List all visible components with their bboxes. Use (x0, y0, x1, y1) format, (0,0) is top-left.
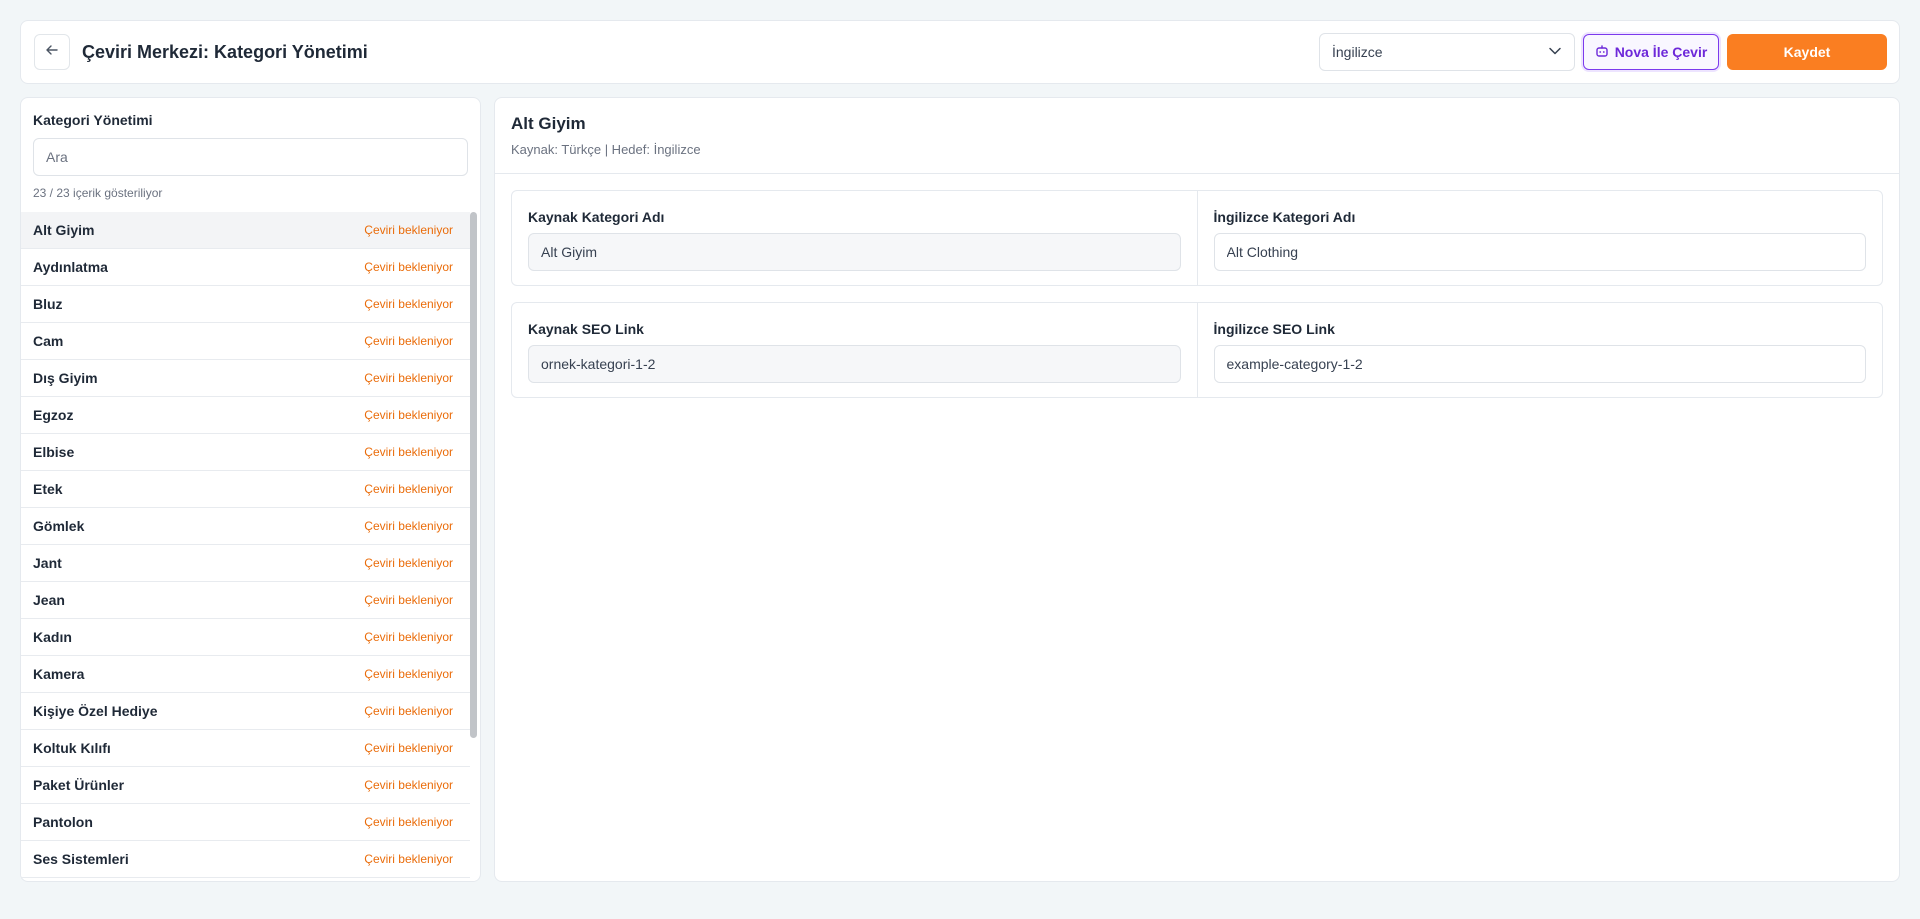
seo-link-card: Kaynak SEO Link İngilizce SEO Link (511, 302, 1883, 398)
list-item-name: Dış Giyim (33, 370, 98, 386)
list-item-name: Aydınlatma (33, 259, 108, 275)
status-badge: Çeviri bekleniyor (364, 556, 453, 570)
list-item[interactable]: Dış Giyim Çeviri bekleniyor (21, 360, 473, 397)
target-seo-column: İngilizce SEO Link (1196, 303, 1883, 397)
list-item[interactable]: Paket Ürünler Çeviri bekleniyor (21, 767, 473, 804)
result-count: 23 / 23 içerik gösteriliyor (33, 186, 163, 200)
list-item[interactable]: Gömlek Çeviri bekleniyor (21, 508, 473, 545)
target-name-field[interactable] (1213, 233, 1866, 271)
status-badge: Çeviri bekleniyor (364, 334, 453, 348)
panel-subtitle: Kaynak: Türkçe | Hedef: İngilizce (511, 142, 701, 157)
sidebar-title: Kategori Yönetimi (33, 112, 153, 128)
category-list: Alt Giyim Çeviri bekleniyor Aydınlatma Çevi… (21, 212, 473, 881)
list-item-name: Kamera (33, 666, 85, 682)
list-item-name: Jean (33, 592, 65, 608)
header-actions: İngilizce Nova İle Çevir Kaydet (1319, 33, 1887, 71)
source-seo-column: Kaynak SEO Link (512, 303, 1197, 397)
category-name-card: Kaynak Kategori Adı İngilizce Kategori A… (511, 190, 1883, 286)
target-seo-field[interactable] (1213, 345, 1866, 383)
list-item-name: Egzoz (33, 407, 74, 423)
list-item[interactable]: Aydınlatma Çeviri bekleniyor (21, 249, 473, 286)
list-item-name: Kişiye Özel Hediye (33, 703, 158, 719)
list-item-name: Kadın (33, 629, 72, 645)
category-sidebar: Kategori Yönetimi 23 / 23 içerik gösteri… (20, 97, 481, 882)
status-badge: Çeviri bekleniyor (364, 593, 453, 607)
save-button[interactable]: Kaydet (1727, 34, 1887, 70)
list-item-name: Etek (33, 481, 63, 497)
scrollbar[interactable] (470, 212, 478, 881)
status-badge: Çeviri bekleniyor (364, 408, 453, 422)
nova-translate-label: Nova İle Çevir (1614, 44, 1708, 60)
source-name-field (528, 233, 1181, 271)
list-item-name: Gömlek (33, 518, 85, 534)
panel-header: Alt Giyim Kaynak: Türkçe | Hedef: İngili… (495, 98, 1899, 174)
list-item[interactable]: Kamera Çeviri bekleniyor (21, 656, 473, 693)
back-button[interactable] (34, 34, 70, 70)
status-badge: Çeviri bekleniyor (364, 667, 453, 681)
panel-title: Alt Giyim (511, 114, 586, 133)
arrow-left-icon (45, 43, 59, 62)
list-item[interactable]: Bluz Çeviri bekleniyor (21, 286, 473, 323)
status-badge: Çeviri bekleniyor (364, 741, 453, 755)
list-item-name: Paket Ürünler (33, 777, 125, 793)
list-item[interactable]: Cam Çeviri bekleniyor (21, 323, 473, 360)
source-seo-label: Kaynak SEO Link (528, 321, 644, 337)
nova-translate-button[interactable]: Nova İle Çevir (1583, 34, 1719, 70)
list-item-name: Cam (33, 333, 64, 349)
robot-icon (1595, 44, 1609, 61)
list-item-name: Koltuk Kılıfı (33, 740, 111, 756)
page-title: Çeviri Merkezi: Kategori Yönetimi (82, 41, 368, 62)
source-seo-field (528, 345, 1181, 383)
status-badge: Çeviri bekleniyor (364, 630, 453, 644)
list-item[interactable]: Ses Sistemleri Çeviri bekleniyor (21, 841, 473, 878)
status-badge: Çeviri bekleniyor (364, 815, 453, 829)
language-select-value: İngilizce (1332, 44, 1383, 60)
list-item[interactable]: Etek Çeviri bekleniyor (21, 471, 473, 508)
list-item[interactable]: Koltuk Kılıfı Çeviri bekleniyor (21, 730, 473, 767)
list-item[interactable]: Elbise Çeviri bekleniyor (21, 434, 473, 471)
translation-panel: Alt Giyim Kaynak: Türkçe | Hedef: İngili… (494, 97, 1900, 882)
scrollbar-thumb[interactable] (470, 212, 477, 738)
target-seo-label: İngilizce SEO Link (1213, 321, 1335, 337)
status-badge: Çeviri bekleniyor (364, 704, 453, 718)
chevron-down-icon (1548, 44, 1562, 61)
list-item-name: Bluz (33, 296, 63, 312)
status-badge: Çeviri bekleniyor (364, 482, 453, 496)
list-item[interactable]: Pantolon Çeviri bekleniyor (21, 804, 473, 841)
status-badge: Çeviri bekleniyor (364, 371, 453, 385)
page-header: Çeviri Merkezi: Kategori Yönetimi İngili… (20, 20, 1900, 84)
list-item-name: Elbise (33, 444, 75, 460)
target-name-label: İngilizce Kategori Adı (1213, 209, 1356, 225)
list-item[interactable]: Egzoz Çeviri bekleniyor (21, 397, 473, 434)
language-select[interactable]: İngilizce (1319, 33, 1575, 71)
status-badge: Çeviri bekleniyor (364, 297, 453, 311)
search-input[interactable] (33, 138, 468, 176)
list-item[interactable]: Alt Giyim Çeviri bekleniyor (21, 212, 473, 249)
status-badge: Çeviri bekleniyor (364, 223, 453, 237)
status-badge: Çeviri bekleniyor (364, 519, 453, 533)
list-item[interactable]: Jant Çeviri bekleniyor (21, 545, 473, 582)
status-badge: Çeviri bekleniyor (364, 445, 453, 459)
list-item[interactable]: Kişiye Özel Hediye Çeviri bekleniyor (21, 693, 473, 730)
list-item-name: Alt Giyim (33, 222, 95, 238)
target-name-column: İngilizce Kategori Adı (1196, 191, 1883, 285)
list-item-name: Pantolon (33, 814, 93, 830)
status-badge: Çeviri bekleniyor (364, 260, 453, 274)
list-item[interactable]: Kadın Çeviri bekleniyor (21, 619, 473, 656)
list-item-name: Jant (33, 555, 62, 571)
status-badge: Çeviri bekleniyor (364, 778, 453, 792)
list-item-name: Ses Sistemleri (33, 851, 129, 867)
source-name-column: Kaynak Kategori Adı (512, 191, 1197, 285)
list-item[interactable]: Jean Çeviri bekleniyor (21, 582, 473, 619)
source-name-label: Kaynak Kategori Adı (528, 209, 665, 225)
status-badge: Çeviri bekleniyor (364, 852, 453, 866)
